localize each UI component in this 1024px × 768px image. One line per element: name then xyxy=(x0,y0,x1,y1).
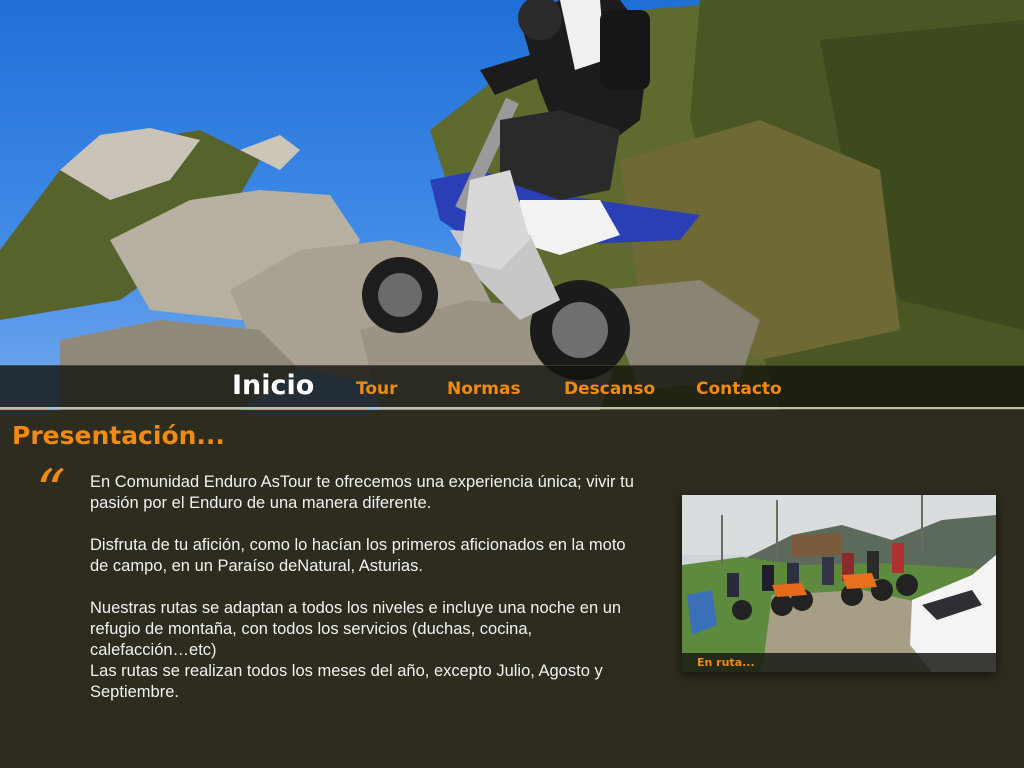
paragraph-intro: En Comunidad Enduro AsTour te ofrecemos … xyxy=(90,473,634,512)
nav-normas[interactable]: Normas xyxy=(447,366,521,410)
nav-contacto[interactable]: Contacto xyxy=(696,366,782,410)
quote-mark-icon: “ xyxy=(36,457,66,525)
main-navigation: Inicio Tour Normas Descanso Contacto xyxy=(0,365,1024,409)
route-photo-card[interactable]: En ruta... xyxy=(682,495,996,672)
hero-banner xyxy=(0,0,1024,410)
nav-descanso[interactable]: Descanso xyxy=(564,366,655,410)
paragraph-rutas: Nuestras rutas se adaptan a todos los ni… xyxy=(90,599,622,659)
paragraph-aficion: Disfruta de tu afición, como lo hacían l… xyxy=(90,536,626,575)
paragraph-meses: Las rutas se realizan todos los meses de… xyxy=(90,662,603,701)
page-title: Presentación... xyxy=(12,421,225,450)
nav-inicio[interactable]: Inicio xyxy=(232,366,314,410)
nav-tour[interactable]: Tour xyxy=(356,366,398,410)
group-riders-photo xyxy=(682,495,996,672)
hero-enduro-rider-image xyxy=(0,0,1024,410)
presentation-text: En Comunidad Enduro AsTour te ofrecemos … xyxy=(90,472,635,703)
photo-caption: En ruta... xyxy=(682,653,996,672)
